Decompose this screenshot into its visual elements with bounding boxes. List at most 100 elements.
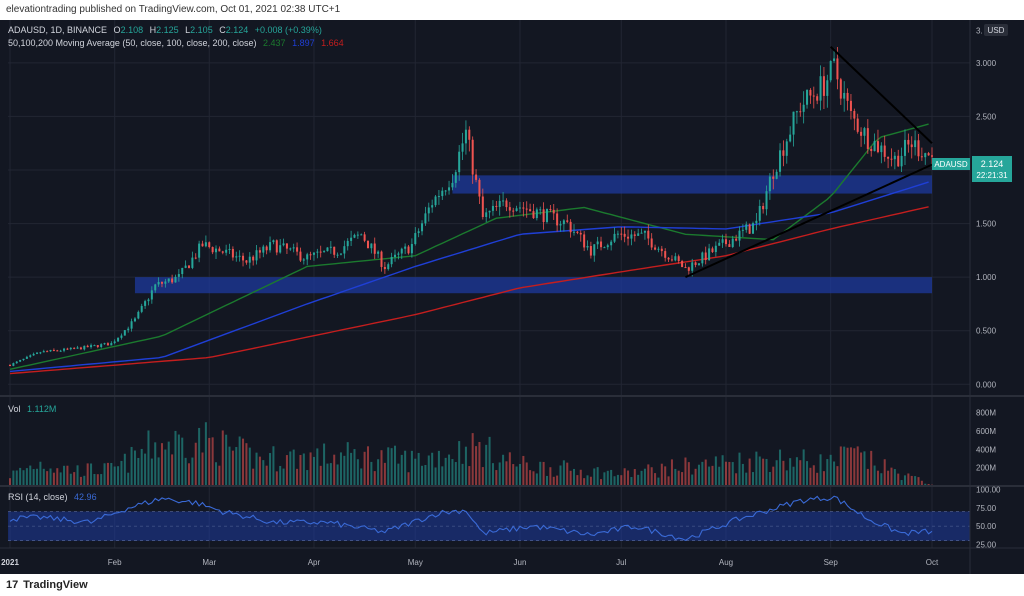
candle-body <box>127 328 130 331</box>
volume-bar <box>69 473 72 486</box>
volume-bar <box>576 475 579 486</box>
volume-bar <box>836 466 839 486</box>
volume-bar <box>657 477 660 486</box>
volume-bar <box>627 470 630 486</box>
volume-bar <box>370 461 373 486</box>
time-axis-label: Mar <box>202 558 216 567</box>
candle-body <box>623 233 626 237</box>
candle-body <box>735 238 738 241</box>
tradingview-logo[interactable]: 17 TradingView <box>6 574 88 596</box>
candle-body <box>464 129 467 144</box>
volume-bar <box>137 457 140 486</box>
volume-bar <box>711 465 714 486</box>
candle-body <box>751 223 755 234</box>
candle-body <box>184 265 187 268</box>
volume-bar <box>566 462 569 486</box>
volume-bar <box>485 444 488 486</box>
volume-bar <box>535 473 538 486</box>
candle-body <box>627 236 630 239</box>
volume-bar <box>542 461 545 486</box>
time-axis-label: Oct <box>926 558 939 567</box>
candle-body <box>76 347 79 349</box>
volume-bar <box>799 460 802 486</box>
volume-bar <box>394 445 397 486</box>
candle-body <box>387 264 390 270</box>
candle-body <box>559 224 562 226</box>
legend-low-value: 2.105 <box>190 25 213 35</box>
candle-body <box>63 348 66 351</box>
volume-bar <box>559 465 562 486</box>
volume-bar <box>714 456 717 486</box>
candle-body <box>66 348 69 350</box>
candle-body <box>870 148 873 152</box>
candle-body <box>903 139 906 156</box>
candle-body <box>806 89 809 105</box>
volume-bar <box>356 459 359 486</box>
volume-bar <box>36 468 39 486</box>
candle-body <box>873 141 876 152</box>
volume-bar <box>667 476 670 486</box>
candle-body <box>83 345 86 350</box>
candle-body <box>775 171 778 179</box>
candle-body <box>441 190 444 197</box>
candle-body <box>785 141 788 156</box>
volume-bar <box>545 475 548 486</box>
volume-bar <box>515 466 518 486</box>
chart-svg[interactable]: 3.3.0002.5002.0001.5001.0000.5000.000800… <box>0 20 1024 574</box>
volume-bar <box>421 465 424 486</box>
candle-body <box>876 141 879 153</box>
candle-body <box>353 234 356 238</box>
candle-body <box>691 262 694 271</box>
volume-bar <box>708 466 711 486</box>
candle-body <box>556 213 559 226</box>
volume-bar <box>525 462 528 486</box>
volume-bar <box>32 469 35 486</box>
candle-body <box>262 246 265 253</box>
candle-body <box>113 341 116 344</box>
volume-bar <box>427 455 430 486</box>
volume-bar <box>562 460 565 486</box>
candle-body <box>677 256 680 262</box>
candle-body <box>738 230 741 241</box>
candle-body <box>458 151 461 173</box>
volume-bar <box>204 422 207 486</box>
volume-bar <box>596 467 599 486</box>
volume-bar <box>917 477 920 486</box>
volume-bar <box>893 469 896 486</box>
candle-body <box>360 234 363 236</box>
candle-body <box>221 251 224 253</box>
rsi-value: 42.96 <box>74 492 97 502</box>
candle-body <box>697 263 700 265</box>
time-axis-label: 2021 <box>1 558 19 567</box>
candle-body <box>485 212 488 217</box>
volume-bar <box>164 449 167 486</box>
volume-bar <box>630 477 633 486</box>
volume-bar <box>643 468 646 486</box>
volume-bar <box>444 457 447 486</box>
volume-bar <box>728 461 731 486</box>
volume-bar <box>454 462 457 486</box>
candle-body <box>532 211 535 219</box>
currency-tag[interactable]: USD <box>988 26 1005 35</box>
candle-body <box>383 266 386 270</box>
volume-bar <box>339 452 342 486</box>
price-tick-label: 0.000 <box>976 380 997 389</box>
volume-bar <box>495 470 498 486</box>
volume-bar <box>529 470 532 486</box>
candle-body <box>660 248 663 252</box>
legend-line-2: 50,100,200 Moving Average (50, close, 10… <box>8 38 344 48</box>
volume-bar <box>522 455 525 486</box>
candle-body <box>518 207 521 209</box>
candle-body <box>866 128 869 149</box>
candle-body <box>687 267 690 271</box>
volume-bar <box>491 463 494 486</box>
volume-bar <box>133 450 136 486</box>
volume-bar <box>265 465 268 486</box>
volume-bar <box>387 447 390 486</box>
candle-body <box>637 233 640 236</box>
chart-area[interactable]: 3.3.0002.5002.0001.5001.0000.5000.000800… <box>0 20 1024 579</box>
candle-body <box>137 311 140 319</box>
footer-bar: 17 TradingView <box>0 574 1024 596</box>
candle-body <box>242 255 245 261</box>
candle-body <box>370 243 373 249</box>
